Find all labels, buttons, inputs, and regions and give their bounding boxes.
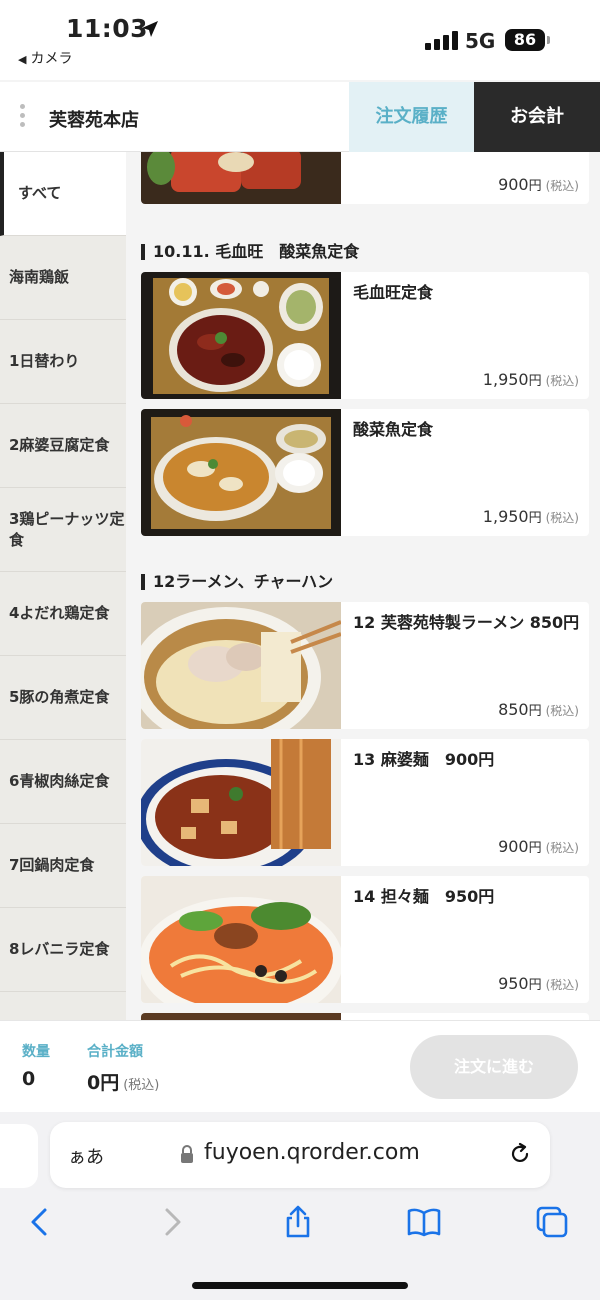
back-triangle-icon: ◀: [18, 53, 27, 66]
menu-card-partial-bottom[interactable]: [141, 1013, 589, 1020]
url-text: fuyoen.qrorder.com: [204, 1140, 420, 1165]
sidebar-item-pepper-steak[interactable]: 6青椒肉絲定食: [0, 740, 126, 824]
dish-name: 14 担々麺 950円: [353, 887, 495, 906]
menu-card-partial[interactable]: 900円 (税込): [141, 152, 589, 204]
menu-list: 900円 (税込) 10.11. 毛血旺 酸菜魚定食 毛血旺定食 1,950円 …: [126, 152, 600, 1020]
order-history-button[interactable]: 注文履歴: [349, 82, 474, 152]
dish-photo: [141, 409, 341, 536]
back-to-app-link[interactable]: ◀ カメラ: [18, 48, 72, 68]
battery-tip: [547, 36, 550, 44]
menu-card[interactable]: 14 担々麺 950円 950円 (税込): [141, 876, 589, 1003]
lock-icon: [181, 1145, 193, 1163]
quantity-label: 数量: [22, 1044, 50, 1060]
sidebar-item-hainan-chicken-rice[interactable]: 海南鶏飯: [0, 236, 126, 320]
dish-price: 1,950円 (税込): [482, 370, 579, 389]
location-arrow-icon: [142, 21, 158, 37]
tabs-icon[interactable]: [534, 1204, 570, 1240]
sidebar-item-all[interactable]: すべて: [0, 152, 126, 236]
dish-price: 1,950円 (税込): [482, 507, 579, 526]
dish-photo: [141, 602, 341, 729]
network-type: 5G: [465, 29, 496, 53]
menu-card[interactable]: 12 芙蓉苑特製ラーメン 850円 850円 (税込): [141, 602, 589, 729]
share-icon[interactable]: [280, 1204, 316, 1240]
sidebar-item-braised-pork[interactable]: 5豚の角煮定食: [0, 656, 126, 740]
sidebar-item-twice-cooked-pork[interactable]: 7回鍋肉定食: [0, 824, 126, 908]
category-sidebar: すべて 海南鶏飯 1日替わり 2麻婆豆腐定食 3鶏ピーナッツ定食 4よだれ鶏定食…: [0, 152, 126, 1020]
reader-options-button[interactable]: ぁあ: [68, 1143, 104, 1169]
menu-card[interactable]: 酸菜魚定食 1,950円 (税込): [141, 409, 589, 536]
dish-name: 13 麻婆麺 900円: [353, 750, 495, 769]
previous-tab-preview[interactable]: [0, 1124, 38, 1188]
dish-photo: [141, 272, 341, 399]
dish-price: 850円 (税込): [498, 700, 579, 719]
sidebar-item-liver-chives[interactable]: 8レバニラ定食: [0, 908, 126, 992]
checkout-button[interactable]: お会計: [474, 82, 600, 152]
dish-name: 酸菜魚定食: [353, 420, 434, 439]
dish-price: 950円 (税込): [498, 974, 579, 993]
app-header: 芙蓉苑本店 注文履歴 お会計: [0, 82, 600, 152]
forward-chevron-icon[interactable]: [154, 1204, 190, 1240]
status-bar: 11:03 ◀ カメラ 5G 86: [0, 0, 600, 80]
sidebar-item-daily[interactable]: 1日替わり: [0, 320, 126, 404]
quantity-value: 0: [22, 1068, 36, 1090]
reload-icon[interactable]: [508, 1142, 532, 1166]
dish-name: 12 芙蓉苑特製ラーメン 850円: [353, 613, 580, 632]
total-label: 合計金額: [87, 1044, 143, 1060]
back-chevron-icon[interactable]: [22, 1204, 58, 1240]
address-bar[interactable]: ぁあ fuyoen.qrorder.com: [50, 1122, 550, 1188]
dish-price: 900円 (税込): [498, 837, 579, 856]
proceed-to-order-button[interactable]: 注文に進む: [410, 1035, 578, 1099]
dish-price: 900円 (税込): [498, 175, 579, 194]
page: 11:03 ◀ カメラ 5G 86 芙蓉苑本店 注文履歴 お会計 すべて 海南鶏飯…: [0, 0, 600, 1300]
battery-level: 86: [513, 30, 537, 49]
section-title: 10.11. 毛血旺 酸菜魚定食: [141, 244, 359, 260]
menu-card[interactable]: 13 麻婆麺 900円 900円 (税込): [141, 739, 589, 866]
store-name: 芙蓉苑本店: [49, 110, 139, 131]
dish-name: 毛血旺定食: [353, 283, 434, 302]
home-indicator: [192, 1282, 408, 1289]
status-time: 11:03: [66, 14, 149, 43]
dish-photo: [141, 152, 341, 204]
menu-card[interactable]: 毛血旺定食 1,950円 (税込): [141, 272, 589, 399]
dish-photo: [141, 739, 341, 866]
dish-photo: [141, 876, 341, 1003]
browser-toolbar: ぁあ fuyoen.qrorder.com: [0, 1112, 600, 1300]
more-menu-icon[interactable]: [20, 104, 30, 132]
sidebar-item-chicken-peanut[interactable]: 3鶏ピーナッツ定食: [0, 488, 126, 572]
total-value: 0円 (税込): [87, 1072, 160, 1094]
section-title: 12ラーメン、チャーハン: [141, 574, 333, 590]
back-app-label: カメラ: [30, 51, 73, 67]
sidebar-item-mapo-tofu[interactable]: 2麻婆豆腐定食: [0, 404, 126, 488]
battery-icon: 86: [505, 29, 545, 51]
book-icon[interactable]: [406, 1204, 442, 1240]
sidebar-item-yodare-chicken[interactable]: 4よだれ鶏定食: [0, 572, 126, 656]
dish-photo: [141, 1013, 341, 1020]
order-summary-bar: 数量 0 合計金額 0円 (税込) 注文に進む: [0, 1020, 600, 1112]
cellular-signal-icon: [425, 31, 458, 50]
